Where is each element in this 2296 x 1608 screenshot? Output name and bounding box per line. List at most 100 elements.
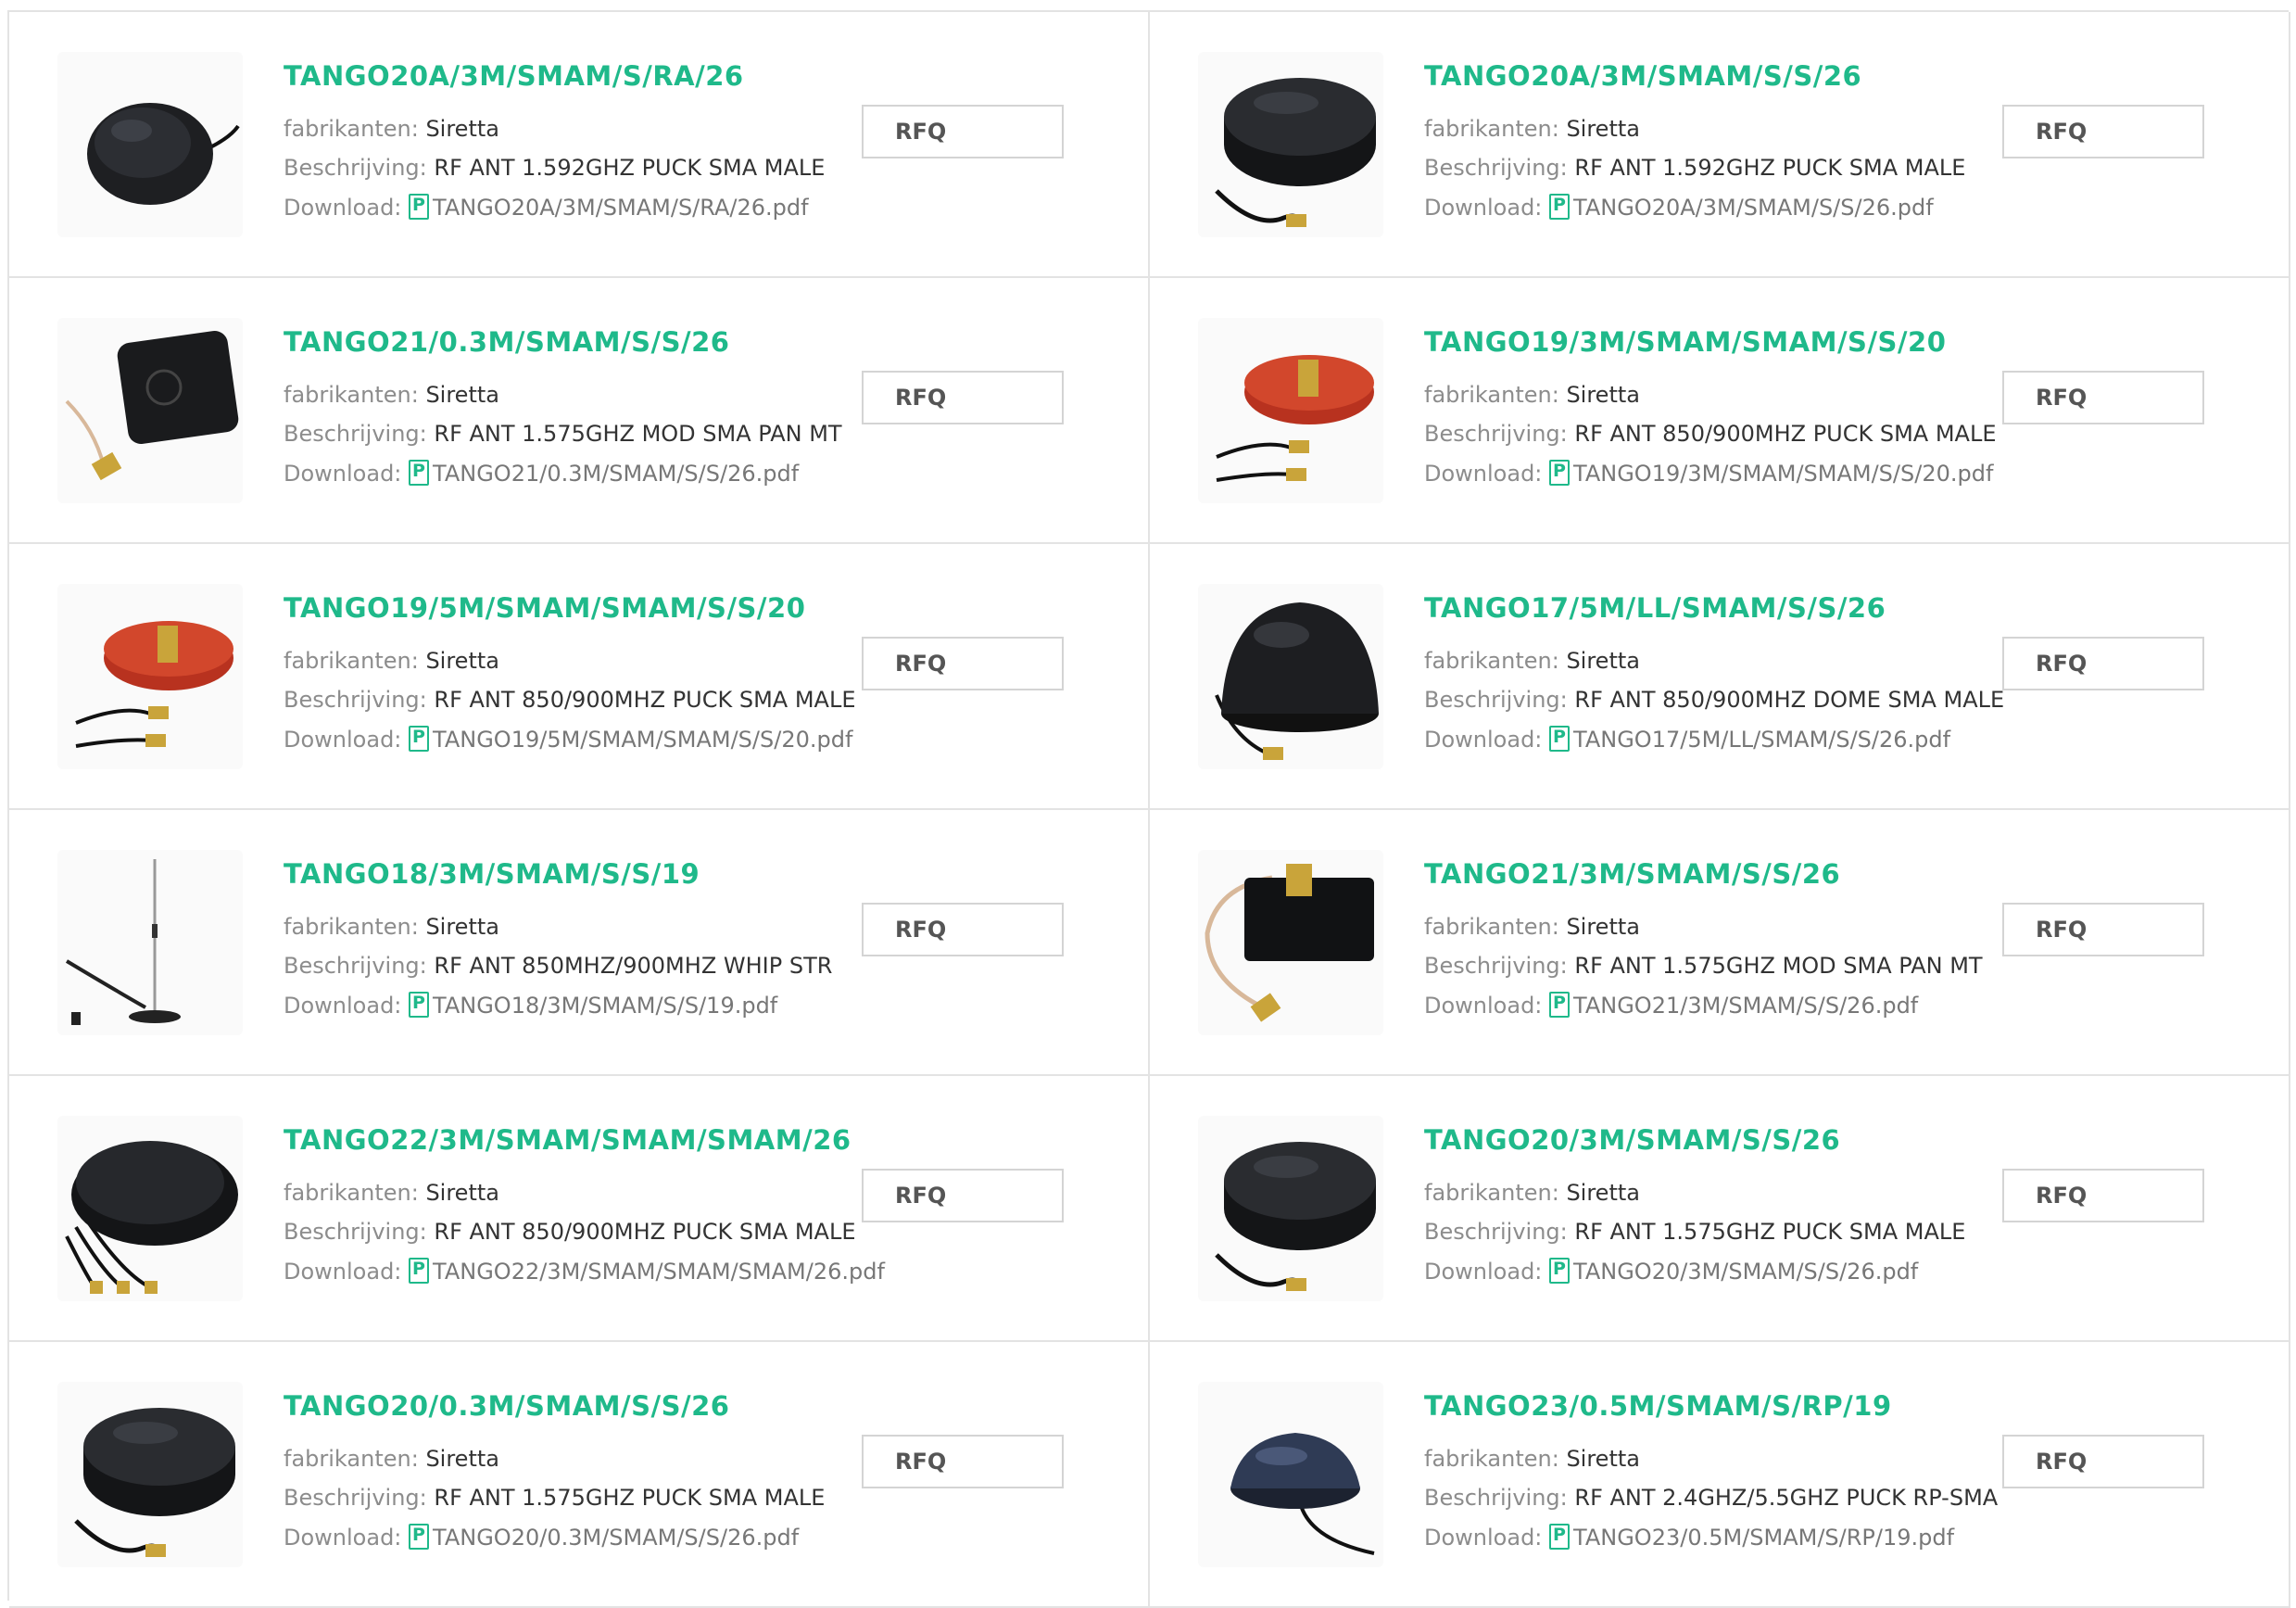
product-card: TANGO21/3M/SMAM/S/S/26 fabrikanten: Sire… — [1150, 810, 2290, 1076]
rfq-button[interactable]: RFQ — [862, 637, 1064, 690]
rfq-button[interactable]: RFQ — [2002, 371, 2204, 424]
datasheet-link[interactable]: TANGO21/0.3M/SMAM/S/S/26.pdf — [433, 461, 799, 487]
datasheet-link[interactable]: TANGO19/5M/SMAM/SMAM/S/S/20.pdf — [433, 727, 852, 753]
pdf-icon[interactable] — [409, 992, 430, 1018]
description-row: Beschrijving: RF ANT 1.575GHZ PUCK SMA M… — [1424, 1219, 1965, 1245]
product-part-number-link[interactable]: TANGO20/0.3M/SMAM/S/S/26 — [284, 1390, 729, 1422]
download-label: Download: — [284, 727, 402, 753]
download-row: Download: TANGO19/5M/SMAM/SMAM/S/S/20.pd… — [284, 726, 852, 753]
product-image[interactable] — [1198, 850, 1383, 1035]
datasheet-link[interactable]: TANGO20/0.3M/SMAM/S/S/26.pdf — [433, 1525, 799, 1551]
pdf-icon[interactable] — [409, 726, 430, 752]
rfq-button[interactable]: RFQ — [862, 1435, 1064, 1488]
pdf-icon[interactable] — [409, 194, 430, 220]
description-label: Beschrijving: — [1424, 687, 1568, 713]
description-row: Beschrijving: RF ANT 1.592GHZ PUCK SMA M… — [284, 155, 825, 181]
product-image[interactable] — [1198, 1382, 1383, 1567]
download-label: Download: — [1424, 195, 1543, 221]
manufacturer-label: fabrikanten: — [284, 914, 419, 940]
manufacturer-value: Siretta — [425, 648, 499, 674]
manufacturer-row: fabrikanten: Siretta — [284, 382, 499, 408]
datasheet-link[interactable]: TANGO19/3M/SMAM/SMAM/S/S/20.pdf — [1573, 461, 1993, 487]
rfq-button[interactable]: RFQ — [2002, 1169, 2204, 1222]
datasheet-link[interactable]: TANGO20A/3M/SMAM/S/S/26.pdf — [1573, 195, 1934, 221]
product-part-number-link[interactable]: TANGO19/3M/SMAM/SMAM/S/S/20 — [1424, 326, 1946, 358]
description-row: Beschrijving: RF ANT 850/900MHZ PUCK SMA… — [284, 1219, 856, 1245]
rfq-button[interactable]: RFQ — [862, 371, 1064, 424]
datasheet-link[interactable]: TANGO17/5M/LL/SMAM/S/S/26.pdf — [1573, 727, 1950, 753]
product-part-number-link[interactable]: TANGO21/0.3M/SMAM/S/S/26 — [284, 326, 729, 358]
pdf-icon[interactable] — [1549, 992, 1571, 1018]
product-part-number-link[interactable]: TANGO20A/3M/SMAM/S/RA/26 — [284, 60, 744, 92]
rfq-button[interactable]: RFQ — [2002, 903, 2204, 956]
product-card: TANGO18/3M/SMAM/S/S/19 fabrikanten: Sire… — [9, 810, 1150, 1076]
product-image[interactable] — [57, 52, 243, 237]
datasheet-link[interactable]: TANGO18/3M/SMAM/S/S/19.pdf — [433, 993, 777, 1019]
product-part-number-link[interactable]: TANGO17/5M/LL/SMAM/S/S/26 — [1424, 592, 1886, 624]
pdf-icon[interactable] — [1549, 726, 1571, 752]
pdf-icon[interactable] — [1549, 194, 1571, 220]
download-row: Download: TANGO18/3M/SMAM/S/S/19.pdf — [284, 992, 777, 1019]
product-image[interactable] — [57, 584, 243, 769]
product-image[interactable] — [1198, 584, 1383, 769]
product-image[interactable] — [57, 318, 243, 503]
product-image[interactable] — [57, 850, 243, 1035]
description-label: Beschrijving: — [1424, 953, 1568, 979]
manufacturer-row: fabrikanten: Siretta — [284, 1180, 499, 1206]
product-card: TANGO19/3M/SMAM/SMAM/S/S/20 fabrikanten:… — [1150, 278, 2290, 544]
product-card: TANGO19/5M/SMAM/SMAM/S/S/20 fabrikanten:… — [9, 544, 1150, 810]
rfq-button[interactable]: RFQ — [862, 1169, 1064, 1222]
datasheet-link[interactable]: TANGO23/0.5M/SMAM/S/RP/19.pdf — [1573, 1525, 1954, 1551]
description-value: RF ANT 1.575GHZ PUCK SMA MALE — [1574, 1219, 1966, 1245]
product-image[interactable] — [1198, 318, 1383, 503]
rfq-button[interactable]: RFQ — [2002, 105, 2204, 158]
pdf-icon[interactable] — [409, 460, 430, 486]
manufacturer-row: fabrikanten: Siretta — [284, 648, 499, 674]
description-value: RF ANT 850/900MHZ PUCK SMA MALE — [1574, 421, 1997, 447]
rfq-button[interactable]: RFQ — [2002, 637, 2204, 690]
product-part-number-link[interactable]: TANGO18/3M/SMAM/S/S/19 — [284, 858, 700, 890]
description-value: RF ANT 2.4GHZ/5.5GHZ PUCK RP-SMA — [1574, 1485, 1999, 1511]
manufacturer-label: fabrikanten: — [1424, 648, 1559, 674]
description-value: RF ANT 1.592GHZ PUCK SMA MALE — [1574, 155, 1966, 181]
rfq-button[interactable]: RFQ — [862, 903, 1064, 956]
pdf-icon[interactable] — [1549, 1258, 1571, 1284]
product-part-number-link[interactable]: TANGO19/5M/SMAM/SMAM/S/S/20 — [284, 592, 805, 624]
product-card: TANGO21/0.3M/SMAM/S/S/26 fabrikanten: Si… — [9, 278, 1150, 544]
datasheet-link[interactable]: TANGO20A/3M/SMAM/S/RA/26.pdf — [433, 195, 809, 221]
pdf-icon[interactable] — [409, 1524, 430, 1550]
manufacturer-label: fabrikanten: — [1424, 1180, 1559, 1206]
product-part-number-link[interactable]: TANGO20/3M/SMAM/S/S/26 — [1424, 1124, 1840, 1156]
datasheet-link[interactable]: TANGO21/3M/SMAM/S/S/26.pdf — [1573, 993, 1918, 1019]
product-part-number-link[interactable]: TANGO22/3M/SMAM/SMAM/SMAM/26 — [284, 1124, 852, 1156]
description-row: Beschrijving: RF ANT 1.575GHZ MOD SMA PA… — [284, 421, 842, 447]
download-row: Download: TANGO17/5M/LL/SMAM/S/S/26.pdf — [1424, 726, 1950, 753]
datasheet-link[interactable]: TANGO20/3M/SMAM/S/S/26.pdf — [1573, 1259, 1918, 1285]
manufacturer-label: fabrikanten: — [1424, 382, 1559, 408]
manufacturer-value: Siretta — [1566, 1446, 1640, 1472]
rfq-button[interactable]: RFQ — [2002, 1435, 2204, 1488]
product-image[interactable] — [57, 1116, 243, 1301]
pdf-icon[interactable] — [1549, 460, 1571, 486]
description-row: Beschrijving: RF ANT 850/900MHZ PUCK SMA… — [1424, 421, 1997, 447]
product-card: TANGO20/3M/SMAM/S/S/26 fabrikanten: Sire… — [1150, 1076, 2290, 1342]
manufacturer-label: fabrikanten: — [284, 1446, 419, 1472]
product-card: TANGO20/0.3M/SMAM/S/S/26 fabrikanten: Si… — [9, 1342, 1150, 1608]
product-part-number-link[interactable]: TANGO20A/3M/SMAM/S/S/26 — [1424, 60, 1861, 92]
product-image[interactable] — [57, 1382, 243, 1567]
manufacturer-row: fabrikanten: Siretta — [1424, 1446, 1640, 1472]
product-image[interactable] — [1198, 52, 1383, 237]
download-label: Download: — [1424, 727, 1543, 753]
product-part-number-link[interactable]: TANGO21/3M/SMAM/S/S/26 — [1424, 858, 1840, 890]
download-label: Download: — [284, 993, 402, 1019]
product-image[interactable] — [1198, 1116, 1383, 1301]
rfq-button[interactable]: RFQ — [862, 105, 1064, 158]
download-row: Download: TANGO19/3M/SMAM/SMAM/S/S/20.pd… — [1424, 460, 1993, 487]
pdf-icon[interactable] — [409, 1258, 430, 1284]
manufacturer-value: Siretta — [425, 116, 499, 142]
product-card: TANGO20A/3M/SMAM/S/S/26 fabrikanten: Sir… — [1150, 12, 2290, 278]
datasheet-link[interactable]: TANGO22/3M/SMAM/SMAM/SMAM/26.pdf — [433, 1259, 885, 1285]
description-row: Beschrijving: RF ANT 1.575GHZ MOD SMA PA… — [1424, 953, 1983, 979]
pdf-icon[interactable] — [1549, 1524, 1571, 1550]
product-part-number-link[interactable]: TANGO23/0.5M/SMAM/S/RP/19 — [1424, 1390, 1892, 1422]
